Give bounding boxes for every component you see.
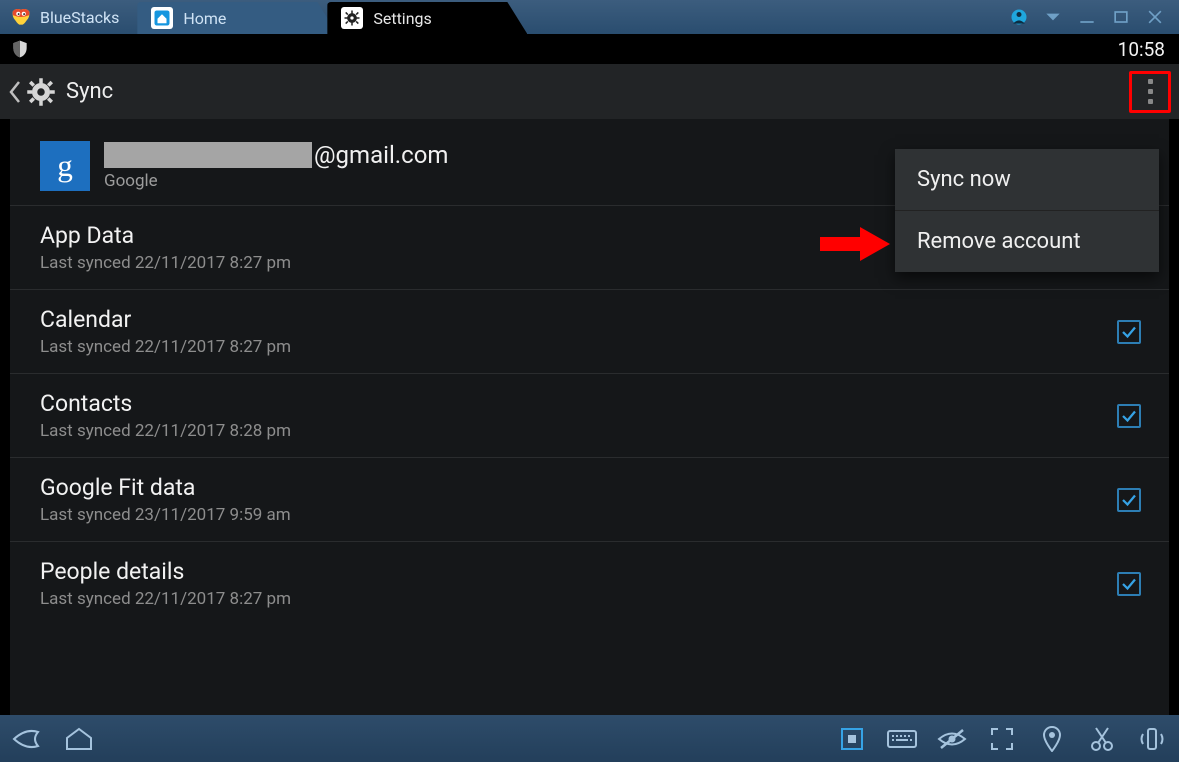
actionbar: Sync <box>0 64 1179 119</box>
close-icon[interactable] <box>1145 7 1165 27</box>
sync-item-sub: Last synced 22/11/2017 8:27 pm <box>40 337 1117 357</box>
account-provider: Google <box>104 171 448 191</box>
checkbox[interactable] <box>1117 320 1141 344</box>
google-badge-icon: g <box>40 141 90 191</box>
popup-menu: Sync now Remove account <box>895 149 1159 272</box>
tab-home[interactable]: Home <box>137 2 337 34</box>
sync-item-sub: Last synced 22/11/2017 8:27 pm <box>40 589 1117 609</box>
sync-item-title: Google Fit data <box>40 474 1117 501</box>
sync-item-title: Calendar <box>40 306 1117 333</box>
maximize-icon[interactable] <box>1111 7 1131 27</box>
shake-icon[interactable] <box>1137 726 1167 752</box>
tab-label: Settings <box>373 9 431 28</box>
bluestacks-logo-icon <box>10 6 32 28</box>
back-icon[interactable] <box>8 80 22 104</box>
screenshot-icon[interactable] <box>837 726 867 752</box>
sync-item-title: Contacts <box>40 390 1117 417</box>
brand-label: BlueStacks <box>40 8 119 27</box>
popup-item-remove-account[interactable]: Remove account <box>895 210 1159 272</box>
checkbox[interactable] <box>1117 488 1141 512</box>
checkbox[interactable] <box>1117 404 1141 428</box>
sync-item[interactable]: Calendar Last synced 22/11/2017 8:27 pm <box>10 289 1169 373</box>
fullscreen-icon[interactable] <box>987 726 1017 752</box>
titlebar: BlueStacks Home Settings <box>0 0 1179 34</box>
status-time: 10:58 <box>1118 38 1169 61</box>
tab-settings[interactable]: Settings <box>327 2 527 34</box>
account-email: @gmail.com <box>104 141 448 169</box>
sync-item[interactable]: People details Last synced 22/11/2017 8:… <box>10 541 1169 625</box>
more-vert-icon <box>1148 79 1153 104</box>
page-title: Sync <box>66 79 113 104</box>
bottom-toolbar <box>0 715 1179 762</box>
sync-item-title: People details <box>40 558 1117 585</box>
android-home-icon[interactable] <box>64 726 94 752</box>
checkbox[interactable] <box>1117 572 1141 596</box>
popup-item-sync-now[interactable]: Sync now <box>895 149 1159 210</box>
shield-icon <box>10 39 30 59</box>
cut-icon[interactable] <box>1087 726 1117 752</box>
sync-item-sub: Last synced 23/11/2017 9:59 am <box>40 505 1117 525</box>
overflow-menu-button[interactable] <box>1129 71 1171 113</box>
location-icon[interactable] <box>1037 726 1067 752</box>
keyboard-icon[interactable] <box>887 726 917 752</box>
android-statusbar: 10:58 <box>0 34 1179 64</box>
redacted-email-local <box>104 142 312 168</box>
hide-icon[interactable] <box>937 726 967 752</box>
annotation-arrow-icon <box>820 227 890 261</box>
sync-item-sub: Last synced 22/11/2017 8:28 pm <box>40 421 1117 441</box>
android-back-icon[interactable] <box>12 726 42 752</box>
sync-item[interactable]: Google Fit data Last synced 23/11/2017 9… <box>10 457 1169 541</box>
settings-app-icon <box>341 7 363 29</box>
tab-label: Home <box>183 9 226 28</box>
chevron-down-icon[interactable] <box>1043 7 1063 27</box>
account-email-suffix: @gmail.com <box>314 141 448 169</box>
minimize-icon[interactable] <box>1077 7 1097 27</box>
user-status-icon[interactable] <box>1009 7 1029 27</box>
brand: BlueStacks <box>0 0 137 34</box>
svg-text:g: g <box>57 149 73 183</box>
sync-item[interactable]: Contacts Last synced 22/11/2017 8:28 pm <box>10 373 1169 457</box>
gear-icon <box>26 77 56 107</box>
home-app-icon <box>151 7 173 29</box>
